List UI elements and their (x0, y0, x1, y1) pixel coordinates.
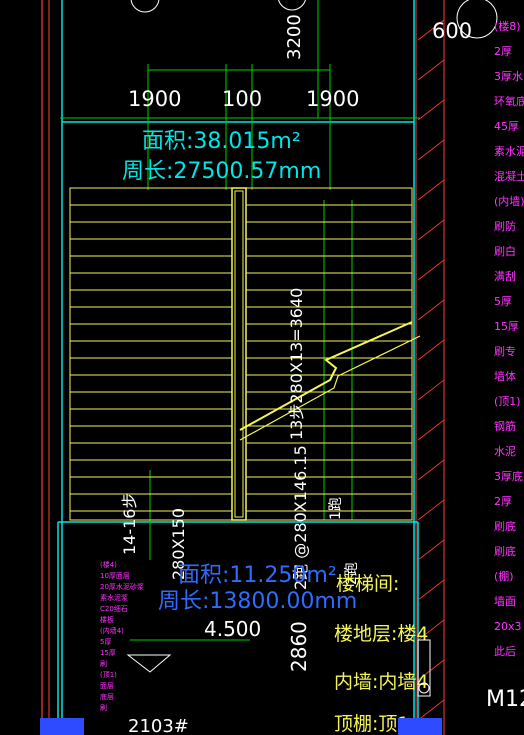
note-line: 15厚 (100, 649, 116, 657)
legend-item: (内墙) (494, 195, 524, 208)
wall-hatch (417, 19, 445, 721)
dim-w2: 100 (222, 87, 262, 111)
legend-item: 墙体 (494, 370, 516, 383)
axis-bubble-1 (130, 0, 160, 13)
dim-top: 3200 (284, 14, 305, 60)
legend-item: 刷底 (494, 545, 516, 558)
stair-well (231, 187, 247, 521)
room-number: 2103# (128, 716, 189, 735)
legend-item: 15厚 (494, 320, 519, 333)
legend-item: 水泥 (494, 445, 516, 458)
legend-item: 此后 (494, 645, 516, 658)
cad-drawing: 3200 1900 100 1900 600 面积:38.015m² 周长:27… (40, 0, 524, 735)
note-line: (楼4) (100, 561, 117, 569)
note-line: 刷 (100, 660, 107, 668)
note-line: 10厚面层 (100, 572, 130, 580)
legend-item: 2厚 (494, 45, 512, 58)
dim-w1: 1900 (128, 87, 181, 111)
legend-item: 墙面 (494, 595, 516, 608)
legend-item: 刷防 (494, 220, 516, 233)
note-line: 20厚水泥砂浆 (100, 583, 144, 591)
legend-item: (楼8) (494, 20, 521, 33)
note-line: (内墙4) (100, 627, 124, 635)
note-line: 面层 (100, 682, 114, 690)
door-label: M12 (486, 687, 524, 712)
legend-item: 3厚底 (494, 470, 523, 483)
legend-item: 刷白 (494, 245, 516, 258)
dim-right: 600 (432, 19, 472, 43)
note-line: 5厚 (100, 638, 112, 646)
mark-small: 1跑 (328, 497, 344, 520)
legend-item: 钢筋 (494, 420, 516, 433)
legend-item: 混凝土 (494, 170, 524, 183)
legend-item: 3厚水 (494, 70, 523, 83)
bottom-bar-right (398, 718, 442, 735)
legend-item: 满刮 (494, 270, 516, 283)
legend-item: 5厚 (494, 295, 512, 308)
legend-item: 45厚 (494, 120, 519, 133)
note-line: 刷 (100, 704, 107, 712)
dim-w3: 1900 (306, 87, 359, 111)
break-line-2 (239, 335, 421, 441)
break-line (239, 321, 413, 431)
legend-item: (棚) (494, 570, 514, 583)
flight-text: 13步280X13=3640 (287, 288, 306, 440)
run-left: 14-16步 (120, 493, 139, 556)
legend-item: 环氧底 (494, 95, 524, 108)
room-floor: 楼地层:楼4 (334, 623, 429, 645)
room-wall: 内墙:内墙4 (334, 671, 429, 693)
notes-text: (楼4) 10厚面层 20厚水泥砂浆 素水泥浆 C20细石楼板 (内墙4) 5厚 15厚刷 (顶… (100, 560, 240, 714)
dim-lower-height: 2860 (287, 621, 311, 672)
legend-item: 刷底 (494, 520, 516, 533)
area1-perimeter: 周长:27500.57mm (122, 159, 321, 184)
note-line: C20细石 (100, 605, 128, 613)
note-line: 素水泥浆 (100, 594, 128, 602)
legend-item: 素水泥 (494, 145, 524, 158)
legend-item: 刷专 (494, 345, 516, 358)
legend-item: 2厚 (494, 495, 512, 508)
area1-area: 面积:38.015m² (142, 129, 301, 154)
note-line: (顶1) (100, 671, 117, 679)
legend-item: (顶1) (494, 395, 521, 408)
legend-item: 20x3 (494, 620, 522, 633)
axis-bubble-2 (278, 0, 306, 11)
bottom-bar-left (40, 718, 84, 735)
legend-column: (楼8) 2厚 3厚水环氧底 45厚素水泥混凝土 (内墙) 刷防刷白满刮 5厚 15厚刷专墙体… (494, 14, 524, 664)
note-line: 底层 (100, 693, 114, 701)
note-line: 楼板 (100, 616, 114, 624)
room-name: 楼梯间: (336, 573, 399, 595)
